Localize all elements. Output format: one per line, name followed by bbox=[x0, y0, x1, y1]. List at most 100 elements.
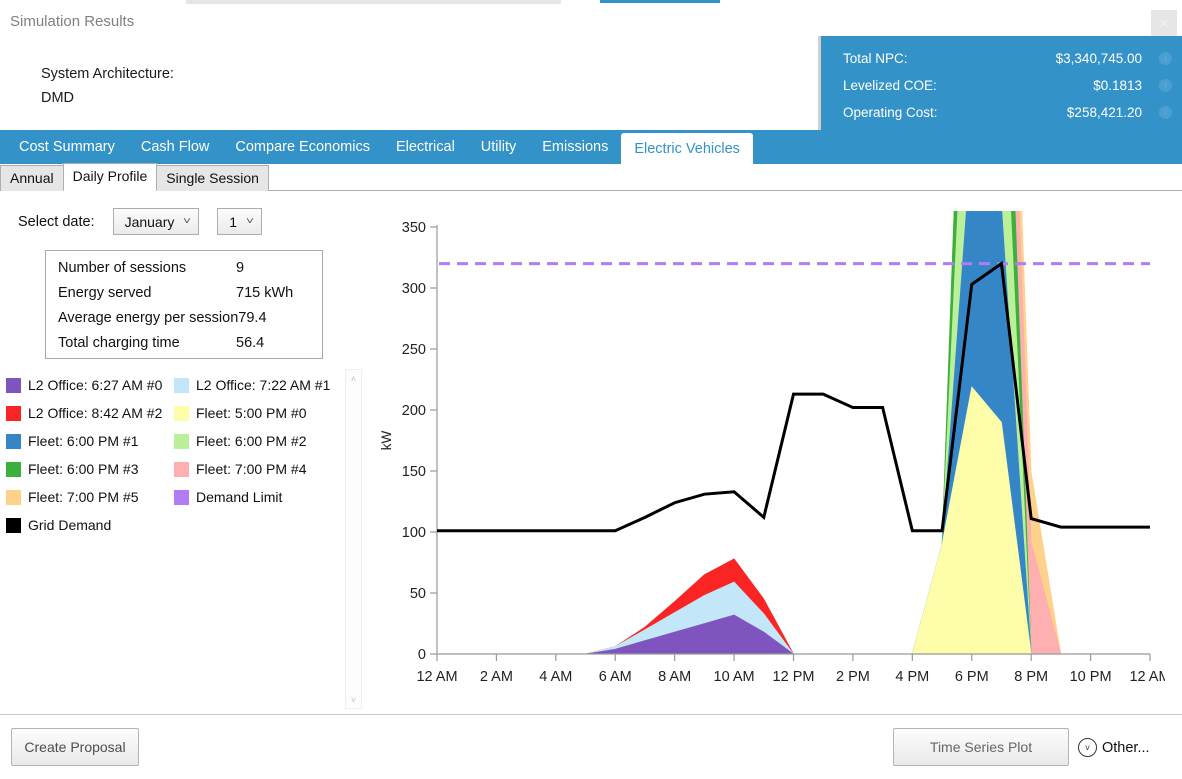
summary-value: $258,421.20 bbox=[1067, 105, 1168, 120]
outer-tab-inactive[interactable] bbox=[186, 0, 561, 4]
subtab-daily-profile[interactable]: Daily Profile bbox=[63, 163, 158, 191]
stat-value: 56.4 bbox=[236, 335, 312, 351]
daily-profile-panel: Select date: January ˅ 1 ˅ Number of ses… bbox=[0, 191, 1182, 715]
legend-label: Fleet: 7:00 PM #4 bbox=[196, 461, 307, 477]
legend-swatch-icon bbox=[6, 462, 21, 477]
grid-demand-line bbox=[437, 264, 1150, 531]
legend-item[interactable]: Fleet: 6:00 PM #3 bbox=[6, 455, 162, 483]
legend-item[interactable]: L2 Office: 8:42 AM #2 bbox=[6, 399, 162, 427]
legend-swatch-icon bbox=[6, 406, 21, 421]
table-row: Total charging time 56.4 bbox=[46, 330, 322, 355]
subtab-single-session[interactable]: Single Session bbox=[156, 165, 269, 191]
chevron-down-icon: ˅ bbox=[183, 216, 191, 227]
stat-value: 715 kWh bbox=[236, 285, 312, 301]
date-selector-row: Select date: January ˅ 1 ˅ bbox=[18, 208, 262, 235]
legend-item[interactable]: Fleet: 7:00 PM #4 bbox=[174, 455, 330, 483]
legend-label: L2 Office: 8:42 AM #2 bbox=[28, 405, 162, 421]
info-icon[interactable]: i bbox=[1159, 106, 1172, 119]
info-icon[interactable]: i bbox=[1159, 52, 1172, 65]
create-proposal-button[interactable]: Create Proposal bbox=[11, 728, 139, 766]
chart-legend: L2 Office: 6:27 AM #0 L2 Office: 8:42 AM … bbox=[0, 371, 345, 531]
stat-value: 79.4 bbox=[238, 310, 312, 326]
chart-area-8 bbox=[437, 211, 1150, 654]
x-tick-label: 6 PM bbox=[955, 669, 989, 685]
chevron-down-icon[interactable]: ˅ bbox=[346, 691, 361, 708]
summary-label: Total NPC: bbox=[843, 51, 908, 66]
architecture-value: DMD bbox=[41, 90, 74, 106]
summary-label: Levelized COE: bbox=[843, 78, 937, 93]
legend-label: Fleet: 7:00 PM #5 bbox=[28, 489, 139, 505]
close-icon[interactable]: ✕ bbox=[1151, 10, 1177, 36]
sub-tab-bar: Annual Daily Profile Single Session bbox=[0, 164, 1182, 191]
month-value: January bbox=[125, 214, 175, 230]
x-tick-label: 12 AM bbox=[1129, 669, 1165, 685]
x-tick-label: 6 AM bbox=[599, 669, 632, 685]
legend-item[interactable]: Fleet: 6:00 PM #1 bbox=[6, 427, 162, 455]
stat-value: 9 bbox=[236, 260, 312, 276]
legend-label: Fleet: 6:00 PM #1 bbox=[28, 433, 139, 449]
legend-swatch-icon bbox=[6, 434, 21, 449]
legend-item[interactable]: Fleet: 6:00 PM #2 bbox=[174, 427, 330, 455]
x-tick-label: 10 PM bbox=[1070, 669, 1112, 685]
tab-utility[interactable]: Utility bbox=[468, 130, 529, 164]
legend-item[interactable]: Grid Demand bbox=[6, 511, 162, 539]
legend-swatch-icon bbox=[174, 406, 189, 421]
tab-compare-economics[interactable]: Compare Economics bbox=[222, 130, 383, 164]
stat-label: Number of sessions bbox=[58, 260, 186, 276]
chart-svg: 05010015020025030035012 AM2 AM4 AM6 AM8 … bbox=[375, 211, 1165, 691]
legend-item[interactable]: L2 Office: 6:27 AM #0 bbox=[6, 371, 162, 399]
time-series-plot-button[interactable]: Time Series Plot bbox=[893, 728, 1069, 766]
legend-swatch-icon bbox=[6, 518, 21, 533]
summary-row: Total NPC: $3,340,745.00 i bbox=[843, 45, 1168, 72]
legend-swatch-icon bbox=[174, 490, 189, 505]
info-icon[interactable]: i bbox=[1159, 79, 1172, 92]
legend-scrollbar[interactable]: ˄ ˅ bbox=[345, 369, 362, 709]
outer-tab-active[interactable] bbox=[600, 0, 720, 3]
legend-label: Fleet: 6:00 PM #2 bbox=[196, 433, 307, 449]
y-tick-label: 150 bbox=[402, 464, 426, 480]
subtab-annual[interactable]: Annual bbox=[0, 165, 64, 191]
day-dropdown[interactable]: 1 ˅ bbox=[217, 208, 262, 235]
x-tick-label: 4 AM bbox=[539, 669, 572, 685]
x-tick-label: 8 PM bbox=[1014, 669, 1048, 685]
legend-label: L2 Office: 7:22 AM #1 bbox=[196, 377, 330, 393]
y-axis-title: kW bbox=[379, 431, 394, 451]
legend-label: L2 Office: 6:27 AM #0 bbox=[28, 377, 162, 393]
legend-swatch-icon bbox=[6, 490, 21, 505]
table-row: Number of sessions 9 bbox=[46, 255, 322, 280]
page-title: Simulation Results bbox=[10, 13, 134, 30]
summary-value: $3,340,745.00 bbox=[1056, 51, 1168, 66]
other-label: Other... bbox=[1102, 740, 1150, 756]
legend-label: Demand Limit bbox=[196, 489, 282, 505]
summary-value: $0.1813 bbox=[1093, 78, 1168, 93]
legend-item[interactable]: Fleet: 7:00 PM #5 bbox=[6, 483, 162, 511]
y-tick-label: 50 bbox=[410, 586, 426, 602]
legend-item[interactable]: Demand Limit bbox=[174, 483, 330, 511]
results-header: Simulation Results System Architecture: … bbox=[0, 5, 1182, 130]
tab-cash-flow[interactable]: Cash Flow bbox=[128, 130, 223, 164]
stat-label: Total charging time bbox=[58, 335, 180, 351]
other-button[interactable]: ˅ Other... bbox=[1078, 738, 1150, 757]
y-tick-label: 0 bbox=[418, 647, 426, 663]
tab-emissions[interactable]: Emissions bbox=[529, 130, 621, 164]
y-tick-label: 250 bbox=[402, 342, 426, 358]
legend-label: Fleet: 5:00 PM #0 bbox=[196, 405, 307, 421]
table-row: Average energy per session 79.4 bbox=[46, 305, 322, 330]
tab-electrical[interactable]: Electrical bbox=[383, 130, 468, 164]
x-tick-label: 10 AM bbox=[714, 669, 755, 685]
tab-electric-vehicles[interactable]: Electric Vehicles bbox=[621, 133, 753, 164]
legend-column-left: L2 Office: 6:27 AM #0 L2 Office: 8:42 AM … bbox=[6, 371, 162, 539]
day-value: 1 bbox=[229, 214, 237, 230]
stat-label: Energy served bbox=[58, 285, 152, 301]
tab-cost-summary[interactable]: Cost Summary bbox=[0, 130, 128, 164]
month-dropdown[interactable]: January ˅ bbox=[113, 208, 200, 235]
table-row: Energy served 715 kWh bbox=[46, 280, 322, 305]
legend-column-right: L2 Office: 7:22 AM #1 Fleet: 5:00 PM #0 Fl… bbox=[174, 371, 330, 511]
cost-summary-panel: Total NPC: $3,340,745.00 i Levelized COE… bbox=[818, 36, 1182, 135]
scrollbar-track[interactable] bbox=[346, 387, 361, 691]
architecture-label: System Architecture: bbox=[41, 66, 174, 82]
legend-item[interactable]: L2 Office: 7:22 AM #1 bbox=[174, 371, 330, 399]
legend-item[interactable]: Fleet: 5:00 PM #0 bbox=[174, 399, 330, 427]
chevron-up-icon[interactable]: ˄ bbox=[346, 370, 361, 387]
legend-swatch-icon bbox=[6, 378, 21, 393]
